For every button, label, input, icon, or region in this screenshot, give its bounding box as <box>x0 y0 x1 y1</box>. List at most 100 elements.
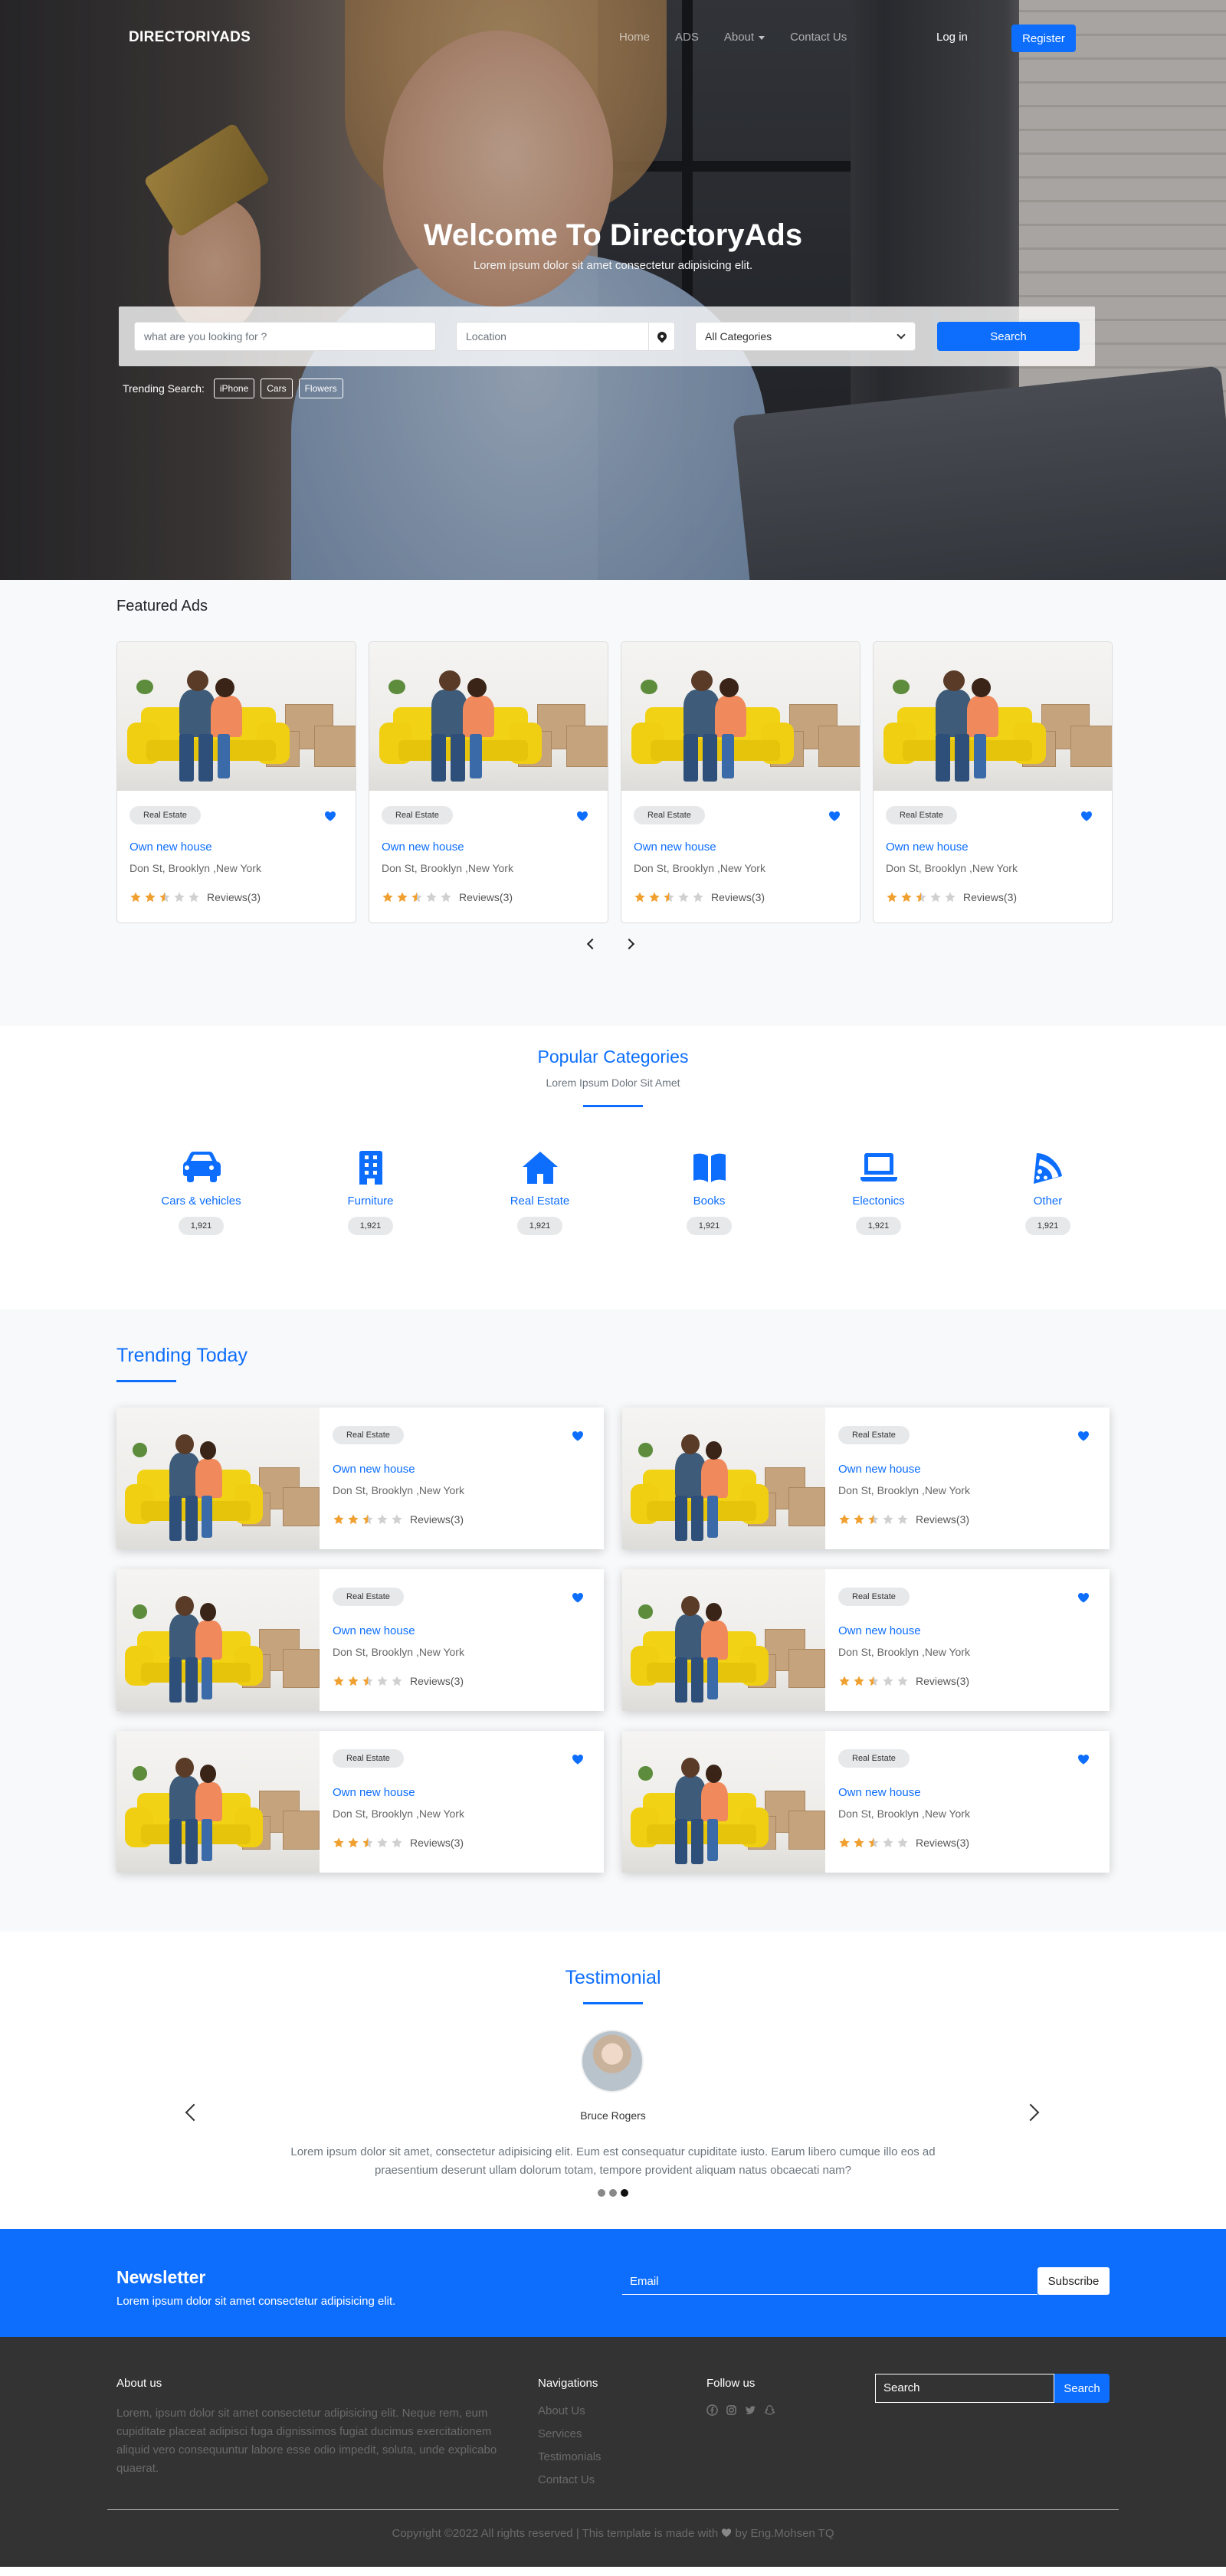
brand-logo[interactable]: DIRECTORIYADS <box>129 29 251 46</box>
reviews-count[interactable]: Reviews(3) <box>410 1513 464 1526</box>
nav-link-home[interactable]: Home <box>619 31 650 44</box>
reviews-count[interactable]: Reviews(3) <box>410 1837 464 1849</box>
listing-title-link[interactable]: Own new house <box>634 841 716 854</box>
trending-card[interactable]: Real Estate Own new house Don St, Brooklyn… <box>116 1569 604 1711</box>
keyword-input[interactable]: what are you looking for ? <box>134 322 436 351</box>
pizza-icon[interactable] <box>1029 1149 1067 1187</box>
hero-search-button[interactable]: Search <box>937 322 1080 351</box>
category-name[interactable]: Furniture <box>286 1195 455 1208</box>
heart-icon[interactable] <box>324 811 336 821</box>
heart-icon[interactable] <box>576 811 588 821</box>
category-name[interactable]: Real Estate <box>455 1195 624 1208</box>
twitter-icon[interactable] <box>745 2404 756 2416</box>
reviews-count[interactable]: Reviews(3) <box>410 1675 464 1687</box>
listing-photo[interactable] <box>116 1569 320 1711</box>
listing-photo[interactable] <box>622 1408 825 1549</box>
category-item[interactable]: Books 1,921 <box>624 1149 794 1256</box>
carousel-dot-1[interactable] <box>598 2189 605 2197</box>
nav-link-about[interactable]: About <box>724 31 765 44</box>
instagram-icon[interactable] <box>726 2404 737 2416</box>
chevron-right-icon[interactable] <box>623 938 635 950</box>
listing-title-link[interactable]: Own new house <box>333 1624 415 1637</box>
category-badge[interactable]: Real Estate <box>333 1426 404 1444</box>
facebook-icon[interactable] <box>706 2404 718 2416</box>
trending-chip-flowers[interactable]: Flowers <box>298 379 343 398</box>
listing-photo[interactable] <box>621 642 860 791</box>
listing-photo[interactable] <box>874 642 1112 791</box>
trending-chip-cars[interactable]: Cars <box>261 379 293 398</box>
footer-link-contact[interactable]: Contact Us <box>538 2473 602 2486</box>
heart-icon[interactable] <box>1077 1431 1090 1441</box>
listing-title-link[interactable]: Own new house <box>886 841 969 854</box>
reviews-count[interactable]: Reviews(3) <box>711 891 765 903</box>
heart-icon[interactable] <box>1077 1592 1090 1603</box>
snapchat-icon[interactable] <box>764 2404 775 2416</box>
heart-icon[interactable] <box>828 811 841 821</box>
category-badge[interactable]: Real Estate <box>333 1588 404 1606</box>
email-field[interactable]: Email <box>622 2270 1038 2295</box>
register-button[interactable]: Register <box>1011 25 1076 52</box>
trending-card[interactable]: Real Estate Own new house Don St, Brooklyn… <box>622 1731 1110 1873</box>
listing-title-link[interactable]: Own new house <box>838 1786 921 1799</box>
reviews-count[interactable]: Reviews(3) <box>916 1675 969 1687</box>
listing-title-link[interactable]: Own new house <box>838 1463 921 1476</box>
category-badge[interactable]: Real Estate <box>838 1588 910 1606</box>
car-icon[interactable] <box>182 1149 221 1187</box>
listing-photo[interactable] <box>622 1569 825 1711</box>
login-link[interactable]: Log in <box>936 31 968 44</box>
listing-photo[interactable] <box>369 642 608 791</box>
laptop-icon[interactable] <box>860 1149 898 1187</box>
category-name[interactable]: Cars & vehicles <box>116 1195 286 1208</box>
building-icon[interactable] <box>352 1149 390 1187</box>
heart-icon[interactable] <box>572 1431 584 1441</box>
featured-card[interactable]: Real Estate Own new house Don St, Brooklyn… <box>369 641 608 923</box>
listing-photo[interactable] <box>116 1408 320 1549</box>
heart-icon[interactable] <box>572 1592 584 1603</box>
reviews-count[interactable]: Reviews(3) <box>916 1513 969 1526</box>
trending-card[interactable]: Real Estate Own new house Don St, Brooklyn… <box>116 1731 604 1873</box>
heart-icon[interactable] <box>1080 811 1093 821</box>
listing-title-link[interactable]: Own new house <box>333 1786 415 1799</box>
listing-photo[interactable] <box>622 1731 825 1873</box>
house-icon[interactable] <box>521 1149 559 1187</box>
trending-chip-iphone[interactable]: iPhone <box>213 379 255 398</box>
trending-card[interactable]: Real Estate Own new house Don St, Brooklyn… <box>116 1408 604 1549</box>
listing-title-link[interactable]: Own new house <box>129 841 212 854</box>
category-item[interactable]: Cars & vehicles 1,921 <box>116 1149 286 1256</box>
category-name[interactable]: Electonics <box>794 1195 963 1208</box>
category-item[interactable]: Other 1,921 <box>963 1149 1133 1256</box>
footer-search-input[interactable]: Search <box>875 2374 1054 2403</box>
category-item[interactable]: Electonics 1,921 <box>794 1149 963 1256</box>
featured-card[interactable]: Real Estate Own new house Don St, Brooklyn… <box>116 641 356 923</box>
listing-title-link[interactable]: Own new house <box>333 1463 415 1476</box>
book-icon[interactable] <box>690 1149 729 1187</box>
category-badge[interactable]: Real Estate <box>634 806 705 824</box>
category-badge[interactable]: Real Estate <box>838 1426 910 1444</box>
category-name[interactable]: Other <box>963 1195 1133 1208</box>
category-badge[interactable]: Real Estate <box>333 1749 404 1768</box>
category-select[interactable]: All Categories <box>695 322 916 351</box>
featured-card[interactable]: Real Estate Own new house Don St, Brooklyn… <box>621 641 860 923</box>
subscribe-button[interactable]: Subscribe <box>1038 2267 1110 2295</box>
category-badge[interactable]: Real Estate <box>838 1749 910 1768</box>
reviews-count[interactable]: Reviews(3) <box>207 891 261 903</box>
category-badge[interactable]: Real Estate <box>886 806 957 824</box>
listing-photo[interactable] <box>116 1731 320 1873</box>
category-item[interactable]: Furniture 1,921 <box>286 1149 455 1256</box>
footer-link-testimonials[interactable]: Testimonials <box>538 2450 602 2463</box>
reviews-count[interactable]: Reviews(3) <box>459 891 513 903</box>
footer-link-about[interactable]: About Us <box>538 2404 602 2417</box>
reviews-count[interactable]: Reviews(3) <box>963 891 1017 903</box>
footer-search-button[interactable]: Search <box>1054 2374 1110 2403</box>
chevron-left-icon[interactable] <box>586 938 598 950</box>
nav-link-ads[interactable]: ADS <box>675 31 699 44</box>
listing-title-link[interactable]: Own new house <box>838 1624 921 1637</box>
location-input[interactable]: Location <box>456 322 675 351</box>
category-badge[interactable]: Real Estate <box>382 806 453 824</box>
nav-link-contact[interactable]: Contact Us <box>790 31 847 44</box>
category-badge[interactable]: Real Estate <box>129 806 201 824</box>
listing-photo[interactable] <box>117 642 356 791</box>
featured-card[interactable]: Real Estate Own new house Don St, Brooklyn… <box>873 641 1113 923</box>
category-item[interactable]: Real Estate 1,921 <box>455 1149 624 1256</box>
heart-icon[interactable] <box>1077 1754 1090 1765</box>
